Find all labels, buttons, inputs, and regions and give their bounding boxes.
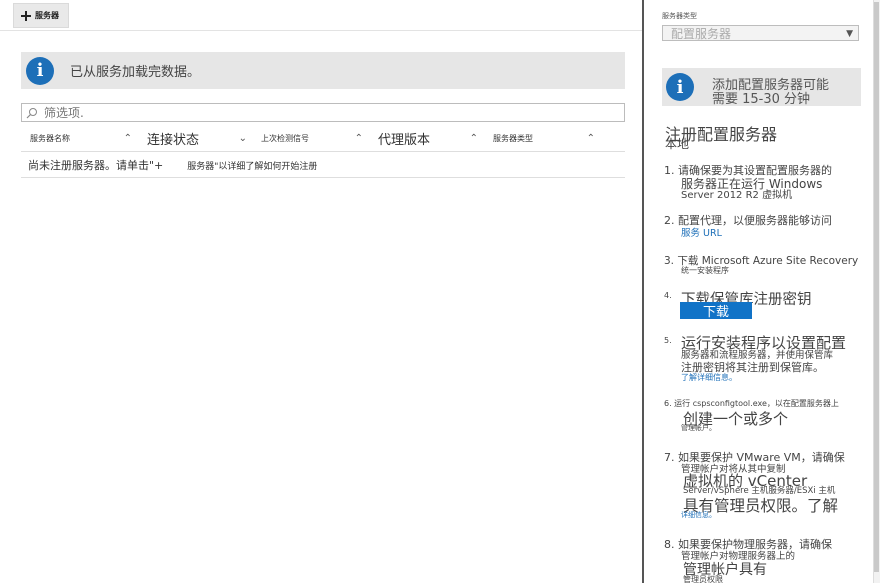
step-5-number: 5. <box>664 336 672 345</box>
info-icon: i <box>26 56 54 85</box>
info-banner-message: 已从服务加载完数据。 <box>70 65 201 80</box>
server-type-label: 服务器类型 <box>662 12 697 20</box>
download-key-button[interactable]: 下载 <box>680 302 752 320</box>
sort-icon: ⌃ <box>354 132 363 144</box>
column-header-label: 代理版本 <box>378 132 431 148</box>
empty-message-part1: 尚未注册服务器。请单击"+ <box>28 159 164 172</box>
notice-line2: 需要 15-30 分钟 <box>712 92 811 107</box>
panel-subtitle: 本地 <box>665 137 690 151</box>
learn-more-link[interactable]: 了解详细信息。 <box>681 372 737 383</box>
add-server-button[interactable]: 服务器 <box>13 3 69 28</box>
details-link[interactable]: 详细信息。 <box>681 510 716 520</box>
sort-icon: ⌃ <box>123 132 132 144</box>
sort-icon: ⌄ <box>238 132 247 144</box>
empty-message-part2: 服务器"以详细了解如何开始注册 <box>187 162 318 172</box>
info-banner: i 已从服务加载完数据。 <box>21 52 625 89</box>
header-divider <box>21 151 625 152</box>
search-icon <box>26 107 37 118</box>
column-header-label: 连接状态 <box>147 132 200 148</box>
column-header-last-heartbeat[interactable]: 上次检测信号 ⌃ <box>261 126 363 150</box>
server-type-select[interactable]: 配置服务器 ▼ <box>662 25 859 41</box>
service-url-link[interactable]: 服务 URL <box>681 225 722 239</box>
column-header-server-name[interactable]: 服务器名称 ⌃ <box>30 126 132 150</box>
plus-icon <box>21 10 31 21</box>
step-4-number: 4. <box>664 291 672 300</box>
toolbar <box>0 0 642 31</box>
empty-table-message: 尚未注册服务器。请单击"+ 服务器"以详细了解如何开始注册 <box>28 157 317 173</box>
server-type-value: 配置服务器 <box>671 27 732 41</box>
column-header-server-type[interactable]: 服务器类型 ⌃ <box>493 126 595 150</box>
column-header-agent-version[interactable]: 代理版本 ⌃ <box>378 126 478 150</box>
add-server-label: 服务器 <box>35 11 59 20</box>
scrollbar-thumb[interactable] <box>874 2 879 572</box>
chevron-down-icon: ▼ <box>846 29 853 39</box>
column-header-connection-status[interactable]: 连接状态 ⌄ <box>147 126 247 150</box>
step-8-line4: 管理员权限 <box>683 575 723 584</box>
notice-banner: i 添加配置服务器可能 需要 15-30 分钟 <box>662 68 861 107</box>
step-6-line3: 管理帐户。 <box>681 424 716 432</box>
filter-input[interactable] <box>38 105 604 120</box>
step-3-line2: 统一安装程序 <box>681 266 729 275</box>
sort-icon: ⌃ <box>586 132 595 144</box>
column-header-label: 服务器类型 <box>493 133 533 143</box>
info-icon: i <box>666 73 694 101</box>
row-divider <box>21 177 625 178</box>
step-1-line3: Server 2012 R2 虚拟机 <box>681 190 793 201</box>
filter-box[interactable] <box>21 103 625 122</box>
column-header-label: 服务器名称 <box>30 133 70 143</box>
sort-icon: ⌃ <box>469 132 478 144</box>
column-header-label: 上次检测信号 <box>261 133 309 143</box>
